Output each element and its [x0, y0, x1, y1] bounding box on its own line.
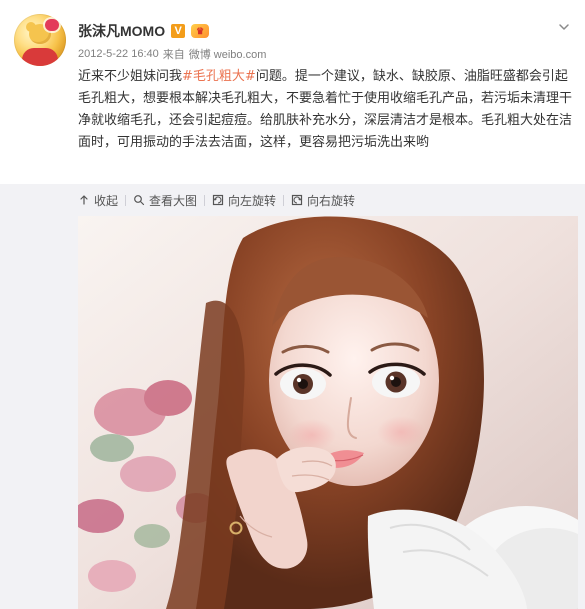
rotate-left-label: 向左旋转 — [228, 193, 277, 208]
content-prefix: 近来不少姐妹问我 — [78, 69, 183, 84]
rotate-left-button[interactable]: 向左旋转 — [205, 186, 283, 214]
avatar-bow — [45, 19, 59, 31]
chevron-down-icon[interactable] — [557, 19, 571, 33]
search-icon — [134, 195, 145, 206]
arrow-up-icon — [80, 195, 88, 205]
rotate-left-icon — [212, 194, 224, 206]
verified-badge[interactable]: V — [171, 24, 186, 38]
name-row: 张沫凡MOMO V ♛ — [78, 21, 210, 41]
portrait-photo — [78, 216, 578, 609]
username-link[interactable]: 张沫凡MOMO — [78, 21, 165, 41]
avatar[interactable] — [14, 14, 66, 66]
hashtag-link[interactable]: #毛孔粗大# — [182, 69, 256, 84]
source-prefix: 来自 — [162, 49, 185, 61]
view-large-button[interactable]: 查看大图 — [126, 186, 204, 214]
post-photo[interactable] — [78, 216, 578, 609]
rotate-right-icon — [291, 194, 303, 206]
post-content: 近来不少姐妹问我#毛孔粗大#问题。提一个建议，缺水、缺胶原、油脂旺盛都会引起毛孔… — [78, 66, 573, 154]
collapse-button[interactable]: 收起 — [78, 186, 125, 214]
avatar-shirt — [22, 48, 58, 66]
post-header: 张沫凡MOMO V ♛ 2012-5-22 16:40 来自 微博 weibo.… — [0, 0, 585, 70]
post-meta: 2012-5-22 16:40 来自 微博 weibo.com — [78, 46, 266, 62]
rotate-right-label: 向右旋转 — [307, 193, 356, 208]
collapse-label: 收起 — [94, 193, 119, 208]
vip-badge[interactable]: ♛ — [191, 24, 210, 38]
view-large-label: 查看大图 — [149, 193, 198, 208]
weibo-post-card: 张沫凡MOMO V ♛ 2012-5-22 16:40 来自 微博 weibo.… — [0, 0, 585, 609]
source-link[interactable]: 微博 weibo.com — [189, 46, 267, 62]
post-timestamp[interactable]: 2012-5-22 16:40 — [78, 48, 159, 60]
image-toolbar: 收起 查看大图 向左旋转 向右旋转 — [78, 186, 362, 214]
rotate-right-button[interactable]: 向右旋转 — [284, 186, 362, 214]
